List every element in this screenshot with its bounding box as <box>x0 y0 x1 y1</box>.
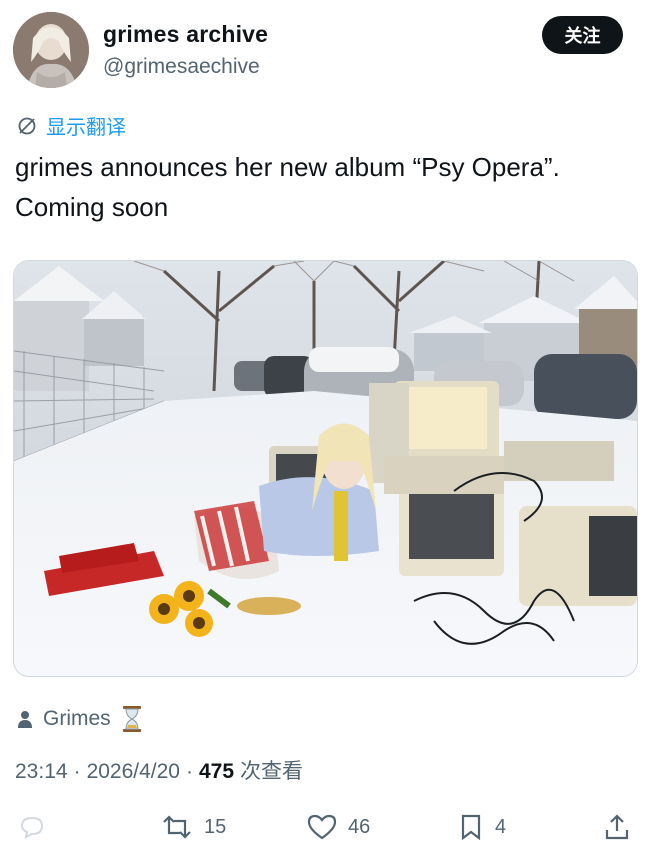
like-button[interactable]: 46 <box>306 806 370 848</box>
meta-separator: · <box>186 760 193 783</box>
share-button[interactable] <box>603 806 631 848</box>
translate-label: 显示翻译 <box>46 115 126 139</box>
author-handle[interactable]: @grimesaechive <box>103 55 260 79</box>
photo-credit[interactable]: Grimes <box>17 705 143 733</box>
share-icon <box>605 814 629 840</box>
retweet-button[interactable]: 15 <box>160 806 226 848</box>
views-label: 次查看 <box>240 759 304 783</box>
action-bar: 15 46 4 <box>0 806 650 848</box>
tweet-meta: 23:14 · 2026/4/20 · 475 次查看 <box>15 755 303 785</box>
views-count: 475 <box>199 760 235 783</box>
tweet-text-line-1: grimes announces her new album “Psy Oper… <box>15 152 560 182</box>
tweet-photo[interactable] <box>13 260 638 677</box>
retweet-count: 15 <box>204 815 227 838</box>
translate-link[interactable]: 显示翻译 <box>17 111 126 140</box>
meta-separator: · <box>73 760 81 783</box>
reply-button[interactable] <box>18 806 46 848</box>
tweet-text: grimes announces her new album “Psy Oper… <box>15 147 635 227</box>
hourglass-icon <box>122 706 141 732</box>
credit-name: Grimes <box>43 707 111 730</box>
tweet-time[interactable]: 23:14 <box>15 760 68 784</box>
avatar[interactable] <box>13 12 89 88</box>
tweet-text-line-2: Coming soon <box>15 192 169 222</box>
like-count: 46 <box>348 815 371 838</box>
translate-icon <box>18 117 36 134</box>
person-icon <box>18 711 32 728</box>
bookmark-button[interactable]: 4 <box>457 806 506 848</box>
avatar-photo <box>13 12 89 88</box>
bookmark-icon <box>461 814 481 841</box>
photo-scene <box>14 261 637 676</box>
reply-icon <box>20 816 44 839</box>
bookmark-count: 4 <box>495 815 507 838</box>
heart-icon <box>307 814 337 840</box>
follow-button[interactable]: 关注 <box>542 16 623 54</box>
retweet-icon <box>163 815 191 839</box>
author-name[interactable]: grimes archive <box>103 21 268 48</box>
tweet-date[interactable]: 2026/4/20 <box>87 760 180 784</box>
